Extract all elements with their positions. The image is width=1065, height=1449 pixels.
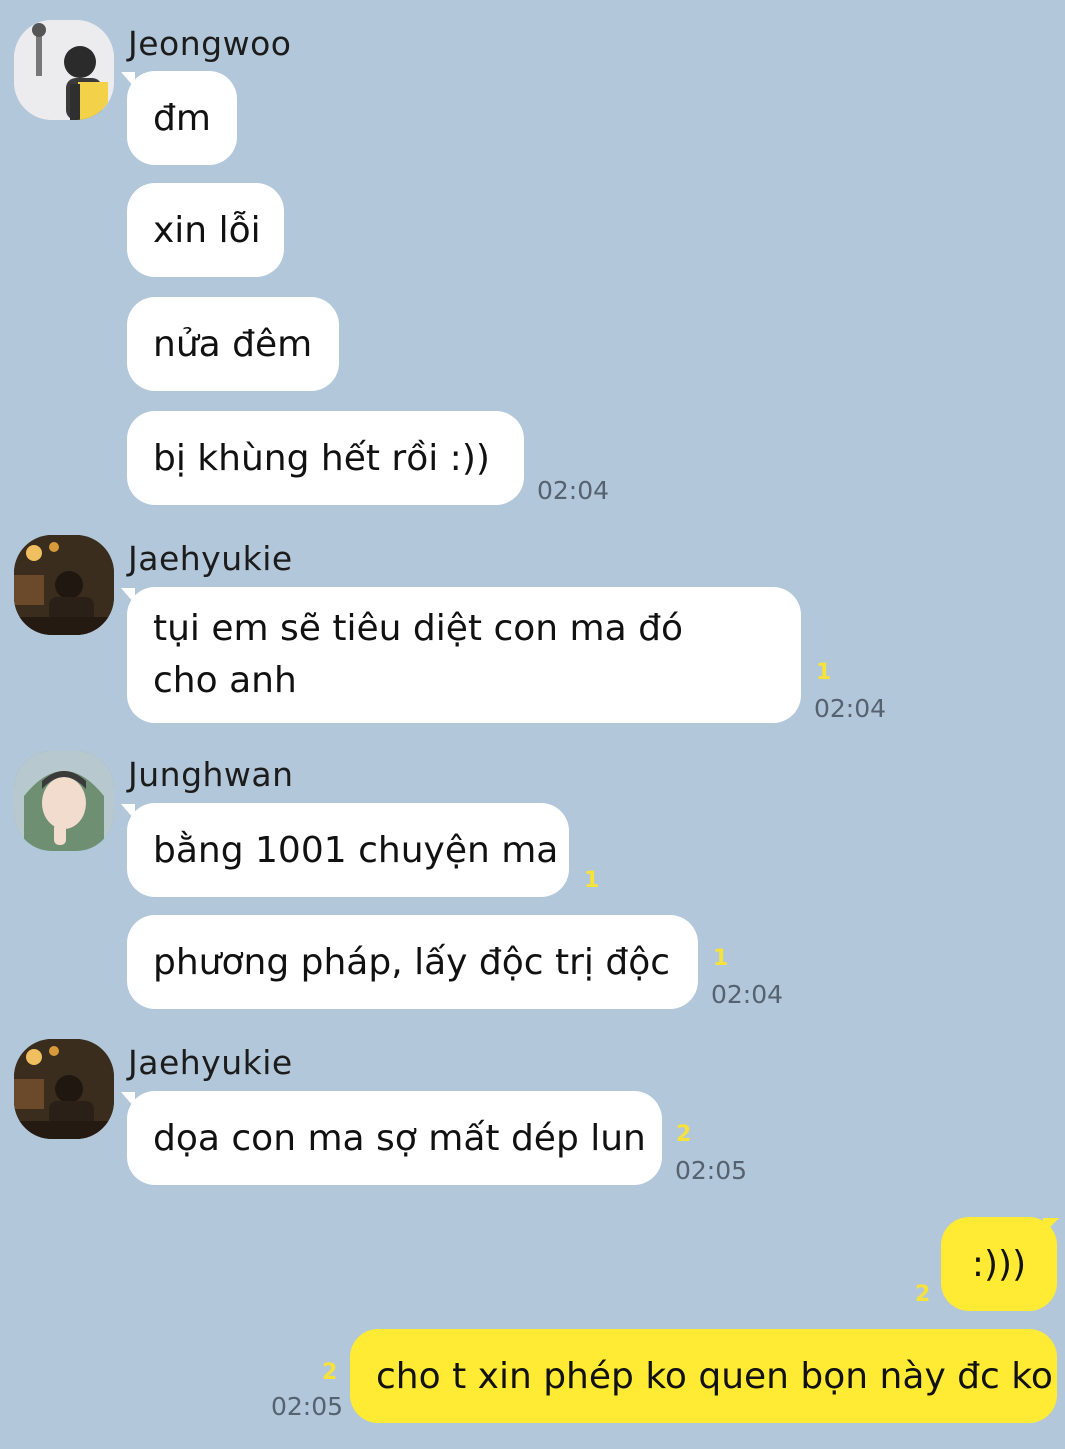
- message-timestamp: 02:05: [271, 1392, 344, 1421]
- sender-name-jeongwoo: Jeongwoo: [128, 24, 292, 63]
- unread-count: 2: [676, 1122, 692, 1147]
- message-bubble[interactable]: phương pháp, lấy độc trị độc: [127, 915, 698, 1009]
- bubble-tail: [1043, 1218, 1059, 1234]
- message-bubble[interactable]: nửa đêm: [127, 297, 339, 391]
- junghwan-avatar-icon: [14, 751, 114, 851]
- my-message-bubble[interactable]: :))): [941, 1217, 1057, 1311]
- message-bubble[interactable]: tụi em sẽ tiêu diệt con ma đó cho anh: [127, 587, 801, 723]
- jaehyukie-avatar[interactable]: [14, 1039, 114, 1139]
- message-timestamp: 02:04: [711, 980, 784, 1009]
- jeongwoo-avatar[interactable]: [14, 20, 114, 120]
- unread-count: 1: [816, 660, 832, 685]
- unread-count: 2: [322, 1360, 338, 1385]
- sender-name-junghwan: Junghwan: [128, 755, 294, 794]
- message-timestamp: 02:04: [814, 694, 887, 723]
- jeongwoo-avatar-icon: [14, 20, 114, 120]
- message-bubble[interactable]: xin lỗi: [127, 183, 284, 277]
- sender-name-jaehyukie: Jaehyukie: [128, 539, 293, 578]
- sender-name-jaehyukie: Jaehyukie: [128, 1043, 293, 1082]
- unread-count: 1: [584, 868, 600, 893]
- message-bubble[interactable]: dọa con ma sợ mất dép lun: [127, 1091, 662, 1185]
- jaehyukie-avatar-icon: [14, 535, 114, 635]
- unread-count: 1: [713, 946, 729, 971]
- message-bubble[interactable]: bị khùng hết rồi :)): [127, 411, 524, 505]
- message-bubble[interactable]: bằng 1001 chuyện ma: [127, 803, 569, 897]
- message-bubble[interactable]: đm: [127, 71, 237, 165]
- junghwan-avatar[interactable]: [14, 751, 114, 851]
- jaehyukie-avatar[interactable]: [14, 535, 114, 635]
- unread-count: 2: [915, 1282, 931, 1307]
- message-timestamp: 02:05: [675, 1156, 748, 1185]
- message-timestamp: 02:04: [537, 476, 610, 505]
- my-message-bubble[interactable]: cho t xin phép ko quen bọn này đc ko: [350, 1329, 1057, 1423]
- jaehyukie-avatar-icon: [14, 1039, 114, 1139]
